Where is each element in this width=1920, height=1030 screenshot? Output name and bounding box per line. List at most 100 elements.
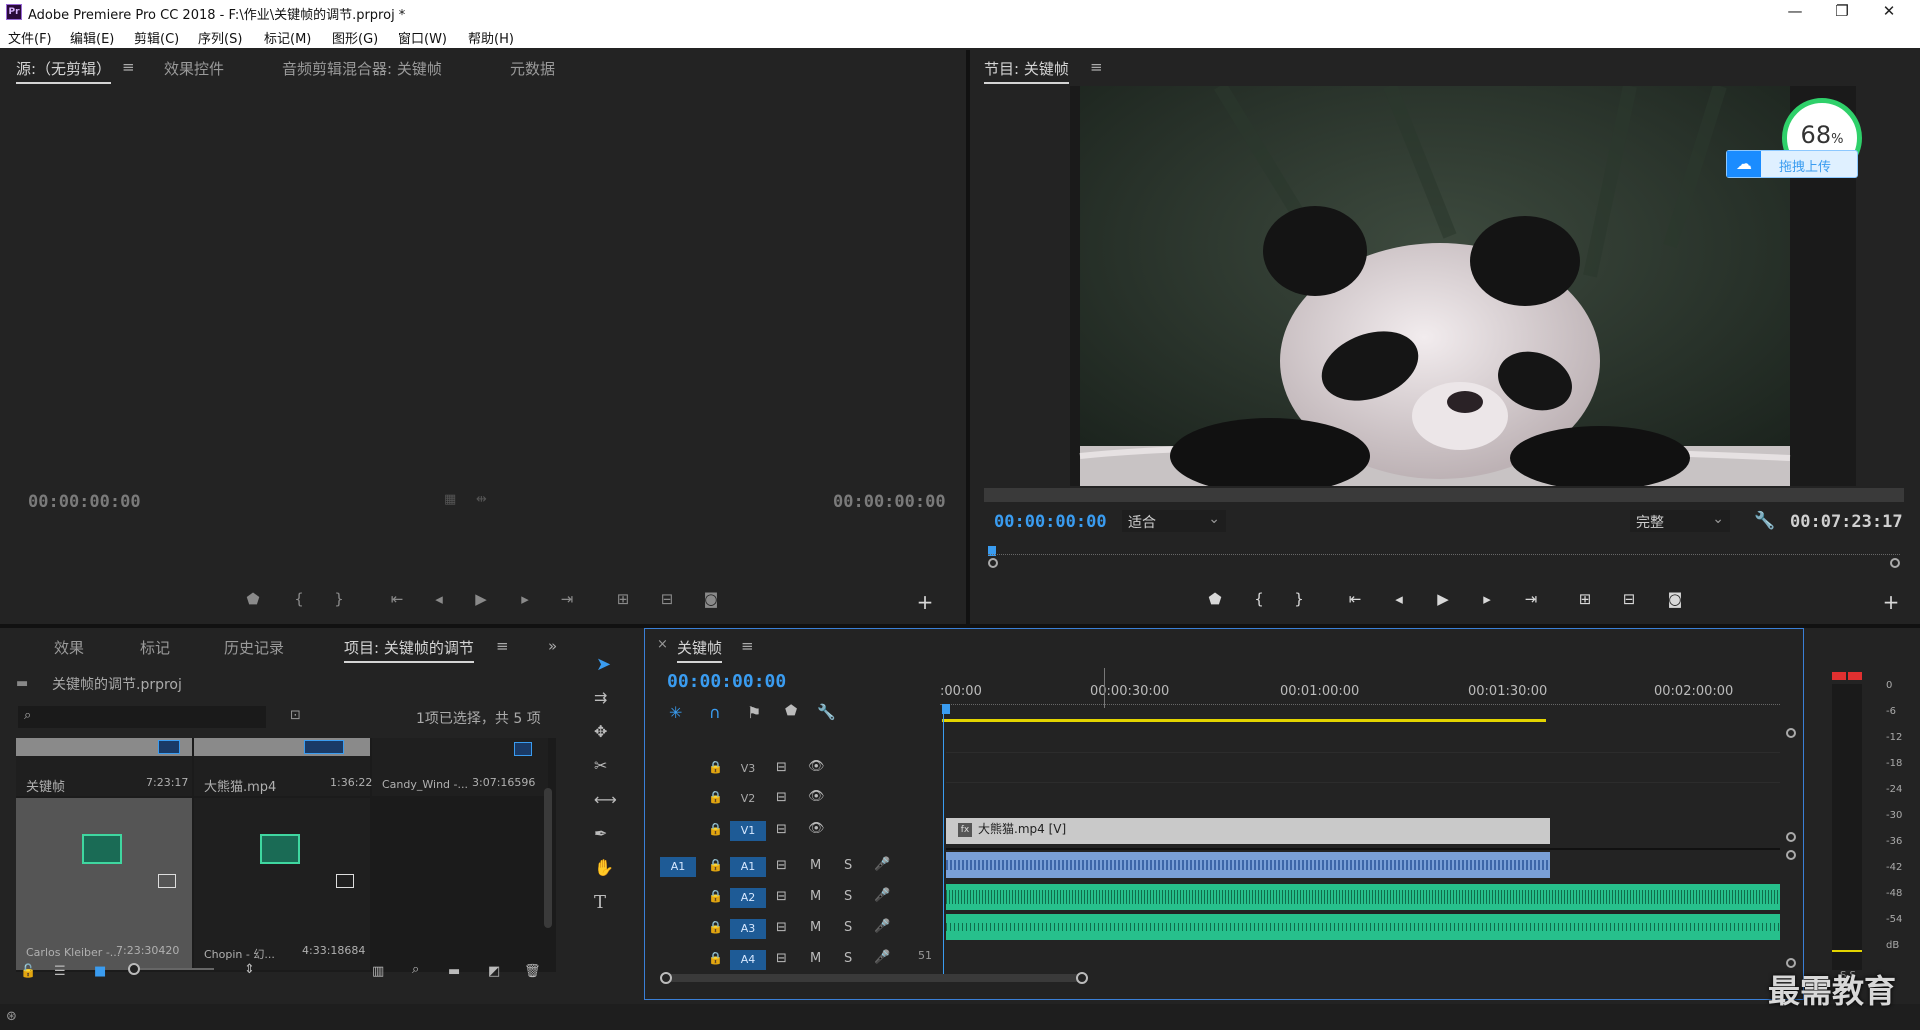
time-ruler[interactable]: :00:00 00:00:30:00 00:01:00:00 00:01:30:…	[940, 668, 1780, 724]
meter-clip-left[interactable]	[1832, 672, 1846, 680]
tab-effect-controls[interactable]: 效果控件	[164, 58, 224, 79]
go-to-in-icon[interactable]: ⇤	[1344, 590, 1366, 608]
zoom-handle-left[interactable]	[988, 558, 998, 568]
sort-icon[interactable]: ⇕	[244, 962, 255, 977]
timeline-settings-icon[interactable]: 🔧	[817, 703, 836, 721]
quality-select[interactable]: 完整 ⌄	[1630, 510, 1730, 532]
trash-icon[interactable]: 🗑	[524, 964, 541, 979]
extract-icon[interactable]: ⊟	[1618, 590, 1640, 608]
lock-icon[interactable]: 🔒	[708, 760, 723, 774]
thumbnail-size-slider[interactable]	[130, 968, 214, 970]
list-item[interactable]: 关键帧 7:23:17	[16, 738, 192, 796]
solo-button[interactable]: S	[844, 920, 852, 935]
upload-button[interactable]: ☁ 拖拽上传	[1726, 150, 1858, 178]
new-bin-icon[interactable]: ▬	[448, 964, 460, 979]
snap-magnet-icon[interactable]: ∩	[709, 703, 721, 722]
menu-clip[interactable]: 剪辑(C)	[134, 28, 179, 47]
mute-button[interactable]: M	[810, 920, 821, 935]
mark-out-icon[interactable]: }	[1288, 590, 1310, 608]
playhead-line[interactable]	[943, 714, 944, 974]
program-timecode[interactable]: 00:00:00:00	[994, 512, 1107, 532]
sync-lock-icon[interactable]: ⊟	[776, 858, 787, 873]
vscroll-handle-mid[interactable]	[1786, 832, 1796, 842]
program-mini-timeline[interactable]	[988, 546, 1900, 568]
list-view-icon[interactable]: ☰	[54, 964, 66, 979]
razor-tool-icon[interactable]: ✂	[594, 756, 607, 775]
track-target-v3[interactable]: V3	[730, 759, 766, 779]
close-tab-icon[interactable]: ×	[657, 637, 668, 652]
menu-help[interactable]: 帮助(H)	[468, 28, 514, 47]
export-frame-icon[interactable]: ◙	[700, 590, 722, 608]
add-button-icon[interactable]: +	[914, 590, 936, 614]
viewer-scrollbar[interactable]	[984, 488, 1904, 502]
sync-lock-icon[interactable]: ⊟	[776, 822, 787, 837]
type-tool-icon[interactable]: T	[594, 892, 606, 913]
sync-lock-icon[interactable]: ⊟	[776, 760, 787, 775]
search-input[interactable]: ⌕	[18, 706, 266, 728]
menu-sequence[interactable]: 序列(S)	[198, 28, 242, 47]
tab-effects[interactable]: 效果	[54, 637, 84, 658]
microphone-icon[interactable]: 🎤	[874, 919, 890, 934]
list-item[interactable]: Chopin - 幻... 4:33:18684	[194, 798, 370, 970]
linked-selection-icon[interactable]: ⚑	[747, 703, 761, 722]
hand-tool-icon[interactable]: ✋	[594, 858, 614, 877]
audio-clip-a3[interactable]	[946, 914, 1780, 940]
mute-button[interactable]: M	[810, 858, 821, 873]
vscroll-handle-top[interactable]	[1786, 728, 1796, 738]
icon-view-icon[interactable]: ■	[94, 964, 106, 979]
panel-menu-icon[interactable]: ≡	[741, 637, 754, 655]
go-to-out-icon[interactable]: ⇥	[1520, 590, 1542, 608]
mute-button[interactable]: M	[810, 889, 821, 904]
lock-icon[interactable]: 🔒	[708, 920, 723, 934]
maximize-button[interactable]: ❐	[1827, 2, 1857, 20]
panel-menu-icon[interactable]: ≡	[496, 637, 509, 655]
source-patch-a1[interactable]: A1	[660, 857, 696, 877]
track-target-a4[interactable]: A4	[730, 950, 766, 970]
lock-icon[interactable]: 🔒	[708, 858, 723, 872]
export-frame-icon[interactable]: ◙	[1664, 590, 1686, 608]
lift-icon[interactable]: ⊞	[1574, 590, 1596, 608]
audio-clip-a1[interactable]	[946, 852, 1550, 878]
add-marker-icon[interactable]: ⬟	[1204, 590, 1226, 608]
horizontal-scrollbar[interactable]	[660, 974, 1080, 982]
hscroll-handle-left[interactable]	[660, 972, 672, 984]
list-item[interactable]: Carlos Kleiber -... 7:23:30420	[16, 798, 192, 970]
eye-icon[interactable]: 👁	[808, 821, 825, 836]
tab-source[interactable]: 源:（无剪辑）	[16, 58, 112, 84]
play-icon[interactable]: ▶	[1432, 590, 1454, 608]
tab-project[interactable]: 项目: 关键帧的调节	[344, 637, 474, 663]
track-target-v2[interactable]: V2	[730, 789, 766, 809]
step-back-icon[interactable]: ◂	[1388, 590, 1410, 608]
panel-menu-icon[interactable]: ≡	[1090, 58, 1103, 76]
expand-panels-icon[interactable]: »	[548, 637, 557, 655]
grid-scrollbar[interactable]	[544, 788, 552, 928]
video-clip[interactable]: fx 大熊猫.mp4 [V]	[946, 818, 1550, 844]
source-timecode-left[interactable]: 00:00:00:00	[28, 492, 141, 512]
slip-tool-icon[interactable]: ⟷	[594, 790, 617, 809]
add-marker-icon[interactable]: ⬟	[242, 590, 264, 608]
drag-video-icon[interactable]: ▦	[444, 492, 456, 507]
program-viewer[interactable]	[1070, 82, 1856, 494]
overwrite-icon[interactable]: ⊟	[656, 590, 678, 608]
play-icon[interactable]: ▶	[470, 590, 492, 608]
menu-file[interactable]: 文件(F)	[8, 28, 52, 47]
track-select-tool-icon[interactable]: ⇉	[594, 688, 607, 707]
track-target-a2[interactable]: A2	[730, 888, 766, 908]
mark-in-icon[interactable]: {	[1248, 590, 1270, 608]
menu-window[interactable]: 窗口(W)	[398, 28, 447, 47]
audio-clip-a2[interactable]	[946, 884, 1780, 910]
work-area-bar[interactable]	[942, 719, 1546, 722]
add-button-icon[interactable]: +	[1880, 590, 1902, 614]
mark-out-icon[interactable]: }	[328, 590, 350, 608]
vscroll-handle-audio[interactable]	[1786, 850, 1796, 860]
slider-handle[interactable]	[128, 963, 140, 975]
find-icon[interactable]: ⌕	[412, 962, 419, 977]
zoom-handle-right[interactable]	[1890, 558, 1900, 568]
menu-graphics[interactable]: 图形(G)	[332, 28, 378, 47]
settings-wrench-icon[interactable]: 🔧	[1754, 511, 1775, 531]
panel-menu-icon[interactable]: ≡	[122, 58, 135, 76]
sync-lock-icon[interactable]: ⊟	[776, 790, 787, 805]
lock-icon[interactable]: 🔒	[708, 951, 723, 965]
go-to-in-icon[interactable]: ⇤	[386, 590, 408, 608]
timeline-timecode[interactable]: 00:00:00:00	[667, 671, 786, 692]
